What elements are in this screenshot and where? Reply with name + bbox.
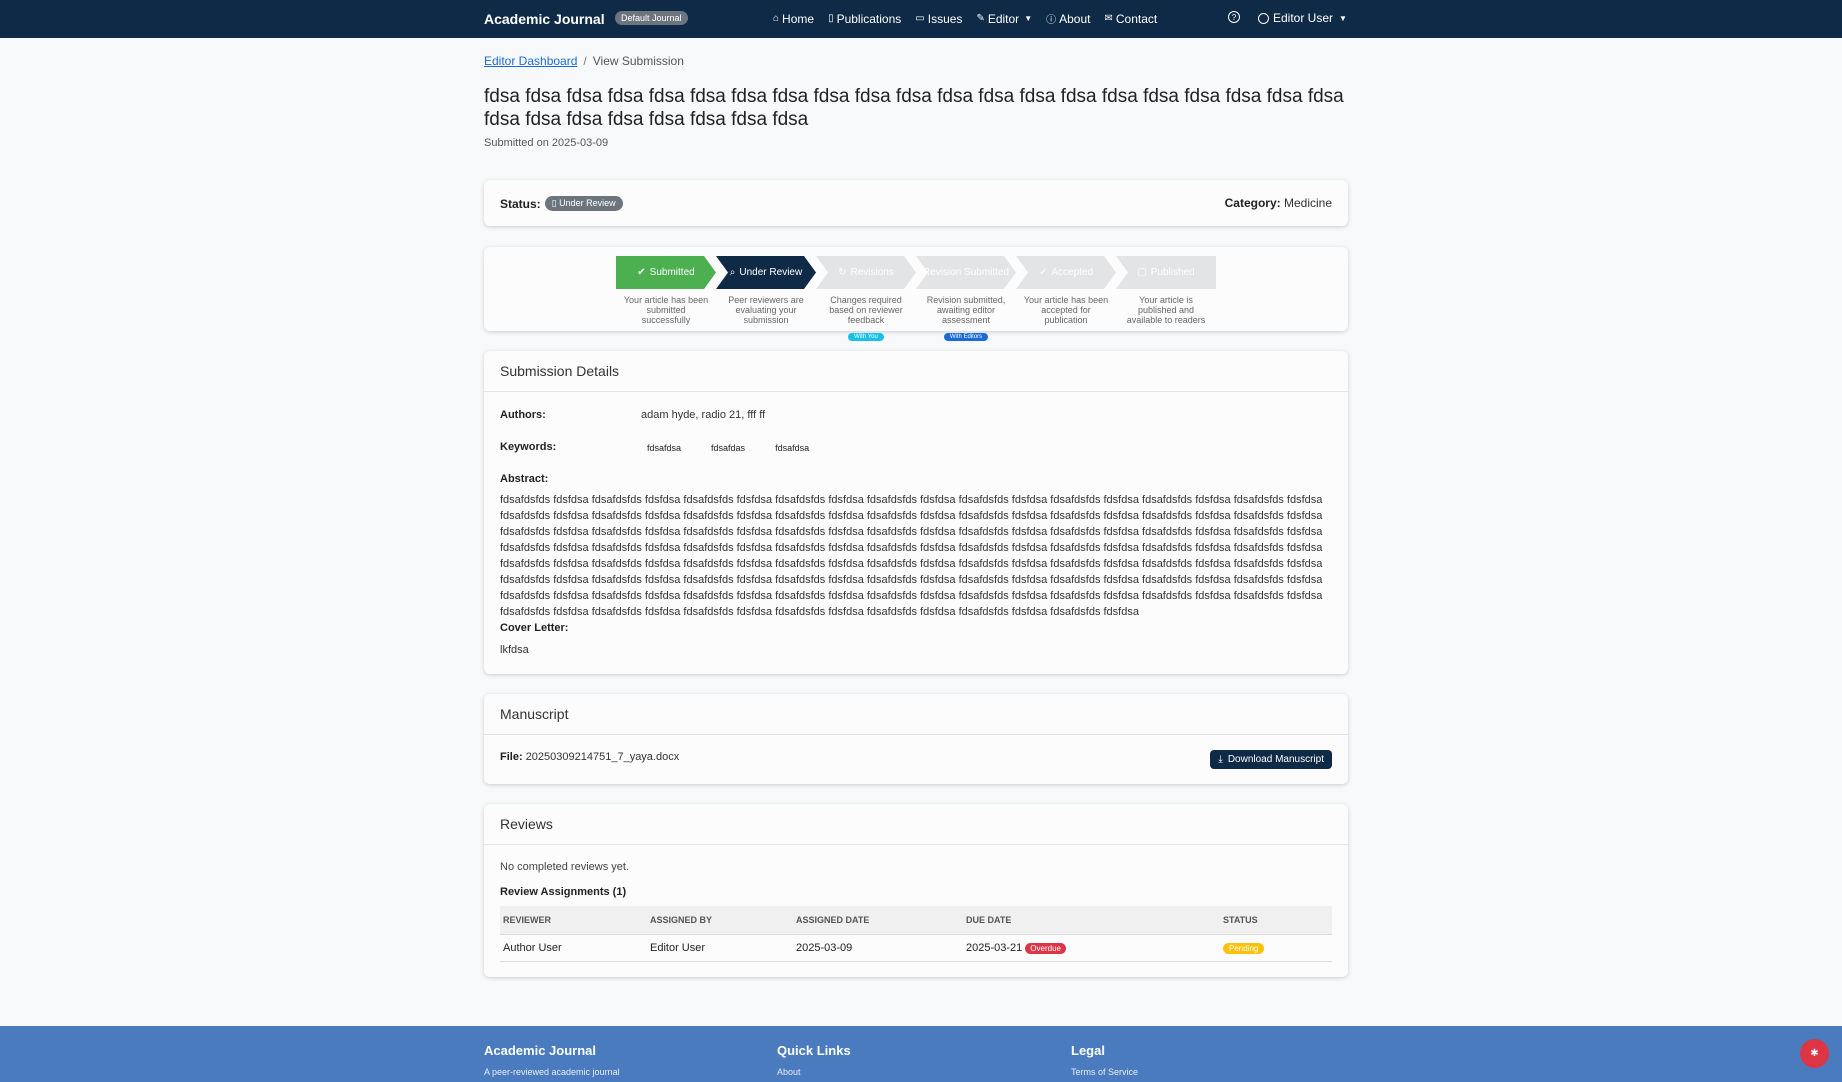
overdue-badge: Overdue: [1025, 943, 1066, 954]
category-row: Category: Medicine: [1224, 196, 1332, 210]
status-cell: Pending: [1220, 934, 1332, 962]
step-submitted: ✔ Submitted Your article has been submitt…: [616, 256, 716, 343]
footer-col-journal: Academic Journal A peer-reviewed academi…: [484, 1043, 620, 1077]
card-header: Manuscript: [484, 694, 1348, 735]
search-icon: ⌕: [729, 267, 736, 278]
step-under-review: ⌕ Under Review Peer reviewers are evaluat…: [716, 256, 816, 343]
download-manuscript-button[interactable]: ⤓ Download Manuscript: [1210, 750, 1332, 769]
review-assignments-table: REVIEWER ASSIGNED BY ASSIGNED DATE DUE D…: [500, 906, 1332, 962]
submitted-date: Submitted on 2025-03-09: [484, 137, 609, 149]
chevron-down-icon: ▼: [1024, 14, 1033, 23]
folder-icon: ▭: [915, 13, 925, 24]
nav-contact[interactable]: ✉ Contact: [1104, 11, 1157, 26]
due-date-cell: 2025-03-21 Overdue: [963, 934, 1220, 962]
category-value: Medicine: [1283, 196, 1332, 210]
status-card: Status: ▯ Under Review Category: Medicin…: [484, 180, 1348, 226]
document-icon: ▯: [828, 13, 834, 24]
nav-editor[interactable]: ✎ Editor ▼: [976, 11, 1032, 26]
step-published: ▢ Published Your article is published and…: [1116, 256, 1216, 343]
user-menu[interactable]: Editor User ▼: [1258, 11, 1347, 25]
keyword-tag: fdsafdas: [711, 443, 746, 453]
download-icon: ⤓: [1218, 754, 1223, 765]
progress-steps: ✔ Submitted Your article has been submitt…: [616, 256, 1216, 343]
keyword-tag: fdsafdsa: [775, 443, 810, 453]
footer-link-about[interactable]: About: [777, 1067, 851, 1077]
table-header-row: REVIEWER ASSIGNED BY ASSIGNED DATE DUE D…: [500, 906, 1332, 935]
nav-home[interactable]: ⌂ Home: [773, 11, 814, 26]
keywords-list: fdsafdsa fdsafdas fdsafdsa: [641, 442, 833, 454]
no-reviews-text: No completed reviews yet.: [500, 861, 629, 873]
brand-name[interactable]: Academic Journal: [484, 11, 605, 27]
keyword-tag: fdsafdsa: [647, 443, 682, 453]
nav-publications[interactable]: ▯ Publications: [828, 11, 901, 26]
card-header: Submission Details: [484, 351, 1348, 392]
footer-col-quick-links: Quick Links About: [777, 1043, 851, 1077]
breadcrumb-current: View Submission: [592, 54, 684, 68]
step-revisions: ↻ Revisions Changes required based on rev…: [816, 256, 916, 343]
with-you-badge: With You: [848, 333, 884, 341]
document-icon: ▯: [551, 198, 560, 208]
book-icon: ▢: [1137, 267, 1147, 278]
assigned-by-cell: Editor User: [647, 934, 793, 962]
help-icon[interactable]: ?: [1228, 11, 1240, 23]
step-chevron: ⌕ Under Review: [716, 256, 816, 289]
file-line: File: 20250309214751_7_yaya.docx: [500, 751, 680, 763]
bug-report-button[interactable]: ✱: [1800, 1039, 1829, 1068]
nav-links: ⌂ Home ▯ Publications ▭ Issues ✎ Editor ▼ ⓘ Ab…: [773, 11, 1157, 27]
step-revision-submitted: Revision Submitted Revision submitted, a…: [916, 256, 1016, 343]
home-icon: ⌂: [773, 13, 780, 24]
review-assignments-title: Review Assignments (1): [500, 886, 627, 898]
step-chevron: ✔ Submitted: [616, 256, 716, 289]
breadcrumb: Editor Dashboard / View Submission: [484, 54, 684, 68]
manuscript-card: Manuscript File: 20250309214751_7_yaya.d…: [484, 694, 1348, 784]
card-header: Reviews: [484, 804, 1348, 845]
reviews-card: Reviews No completed reviews yet. Review…: [484, 804, 1348, 977]
chevron-down-icon: ▼: [1339, 13, 1347, 23]
step-chevron: ✓ Accepted: [1016, 256, 1116, 289]
footer-col-legal: Legal Terms of Service: [1071, 1043, 1139, 1077]
step-chevron: ↻ Revisions: [816, 256, 916, 289]
progress-card: ✔ Submitted Your article has been submitt…: [484, 247, 1348, 341]
step-chevron: ▢ Published: [1116, 256, 1216, 289]
page-title: fdsa fdsa fdsa fdsa fdsa fdsa fdsa fdsa …: [484, 86, 1344, 130]
check-circle-icon: ✓: [1038, 267, 1048, 278]
footer: Academic Journal A peer-reviewed academi…: [0, 1026, 1842, 1082]
status-row: Status: ▯ Under Review: [500, 196, 623, 211]
assigned-date-cell: 2025-03-09: [793, 934, 963, 962]
file-name: 20250309214751_7_yaya.docx: [525, 751, 680, 763]
info-icon: ⓘ: [1046, 15, 1057, 26]
with-editors-badge: With Editors: [943, 333, 989, 341]
step-accepted: ✓ Accepted Your article has been accepted…: [1016, 256, 1116, 343]
footer-link-terms[interactable]: Terms of Service: [1071, 1067, 1138, 1077]
table-row: Author User Editor User 2025-03-09 2025-…: [500, 934, 1332, 962]
authors-value: adam hyde, radio 21, fff ff: [641, 409, 766, 421]
edit-icon: ✎: [976, 13, 985, 24]
check-circle-icon: ✔: [637, 267, 646, 278]
journal-badge: Default Journal: [615, 11, 688, 25]
bug-icon: ✱: [1810, 1048, 1819, 1059]
user-icon: [1258, 12, 1269, 24]
submission-details-card: Submission Details Authors: adam hyde, r…: [484, 351, 1348, 674]
cover-letter-text: lkfdsa: [500, 644, 529, 656]
reviewer-cell: Author User: [500, 934, 647, 962]
top-navbar: Academic Journal Default Journal ⌂ Home ▯…: [0, 0, 1842, 38]
refresh-icon: ↻: [838, 267, 847, 278]
pending-badge: Pending: [1223, 943, 1265, 954]
abstract-text: fdsafdsfds fdsfdsa fdsafdsfds fdsfdsa fd…: [500, 494, 1323, 618]
status-badge: ▯ Under Review: [544, 196, 623, 211]
breadcrumb-editor-dashboard[interactable]: Editor Dashboard: [484, 54, 577, 68]
nav-about[interactable]: ⓘ About: [1046, 11, 1090, 27]
step-chevron: Revision Submitted: [916, 256, 1016, 289]
nav-issues[interactable]: ▭ Issues: [915, 11, 962, 26]
mail-icon: ✉: [1104, 13, 1113, 24]
